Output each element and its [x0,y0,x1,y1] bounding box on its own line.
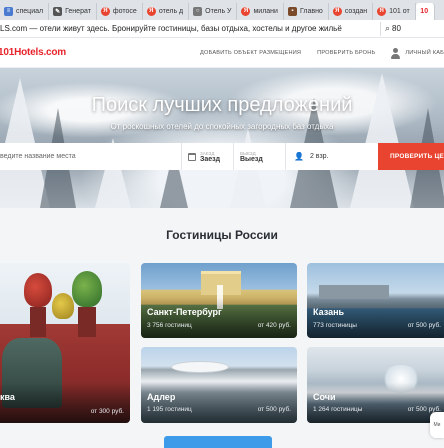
yandex-icon: Я [241,6,251,16]
card-shade [307,298,444,338]
check-booking-link[interactable]: ПРОВЕРИТЬ БРОНЬ [317,50,375,56]
stadium [171,361,229,373]
people-icon: 👤 [294,152,304,161]
city-name: Санкт-Петербург [147,307,222,317]
city-hotel-count: 773 гостиницы [313,322,357,329]
browser-tab[interactable]: ✎ Генерат [49,2,97,20]
browser-tab[interactable]: ▪ Главно [284,2,329,20]
browser-tab[interactable]: Я 101 от [373,2,416,20]
search-icon: ⌕ [385,23,391,33]
yandex-icon: Я [377,6,387,16]
city-price: от 500 руб. [257,406,291,413]
place-input[interactable]: ведите название места [0,143,182,170]
city-price: от 420 руб. [257,322,291,329]
cathedral-dome [24,273,52,307]
guests-selector[interactable]: 👤 2 взр. [286,143,378,170]
city-name: Казань [313,307,345,317]
card-shade [307,383,444,423]
cathedral-tower [78,307,96,337]
search-icon: ○ [193,6,203,16]
pen-icon: ✎ [53,6,63,16]
browser-tab-active[interactable]: 10 [415,2,435,20]
browser-tab-strip: ≡ специал ✎ Генерат Яфотосе Яотель д ○ Отел… [0,0,444,20]
city-price: от 500 руб. [407,322,441,329]
personal-cabinet-link[interactable]: ЛИЧНЫЙ КАБ [391,47,444,59]
browser-tab[interactable]: Яфотосе [97,2,143,20]
city-card-kazan[interactable]: Казань 773 гостиницы от 500 руб. [307,263,444,338]
check-prices-button[interactable]: ПРОВЕРИТЬ ЦЕН [378,143,444,170]
doc-icon: ≡ [4,6,13,16]
search-form: ведите название места ЗАЕЗД Заезд ВЫЕЗД Вы… [0,143,444,170]
card-shade [141,298,297,338]
browser-tab[interactable]: Яотель д [143,2,190,20]
checkout-field[interactable]: ВЫЕЗД Выезд [234,143,286,170]
city-name: Сочи [313,392,336,402]
site-icon: ▪ [287,6,297,16]
city-hotel-count: 3 756 гостиниц [147,322,192,329]
yandex-icon: Я [146,6,156,16]
hotels-icon: 10 [420,7,429,15]
city-card-saint-petersburg[interactable]: Санкт-Петербург 3 756 гостиниц от 420 ру… [141,263,297,338]
city-hotel-count: 1 195 гостиниц [147,406,192,413]
cathedral-dome [72,271,102,307]
yandex-icon: Я [332,6,342,16]
browser-tab[interactable]: ○ Отель У [189,2,238,20]
city-price: от 300 руб. [90,408,124,415]
hero-banner: Поиск лучших предложений От роскошных от… [0,68,444,208]
hero-title: Поиск лучших предложений [91,94,353,116]
help-tab[interactable]: Ми [430,412,444,438]
card-shade [0,383,130,423]
page-title: LS.com — отели живут здесь. Бронируйте г… [0,24,342,33]
checkin-field[interactable]: ЗАЕЗД Заезд [182,143,234,170]
city-name: Адлер [147,392,176,402]
cathedral-dome [52,293,74,319]
site-header: 101Hotels.com ДОБАВИТЬ ОБЪЕКТ РАЗМЕЩЕНИЯ… [0,38,444,68]
show-more-button[interactable] [164,436,272,448]
add-property-link[interactable]: ДОБАВИТЬ ОБЪЕКТ РАЗМЕЩЕНИЯ [200,50,301,56]
hero-subtitle: От роскошных отелей до спокойных загород… [110,122,334,131]
section-title: Гостиницы России [166,228,278,242]
browser-tab[interactable]: Ямилани [237,2,284,20]
page-title-bar: LS.com — отели живут здесь. Бронируйте г… [0,20,444,38]
site-logo[interactable]: 101Hotels.com [0,47,66,58]
city-name: ква [0,392,15,402]
browser-tab[interactable]: Ясоздан [329,2,374,20]
user-icon [391,47,401,59]
calendar-icon [188,152,196,161]
city-card-moscow[interactable]: ква от 300 руб. [0,263,130,423]
yandex-icon: Я [100,6,110,16]
cathedral-tower [30,307,46,337]
browser-tab[interactable]: ≡ специал [0,2,50,20]
header-links: ДОБАВИТЬ ОБЪЕКТ РАЗМЕЩЕНИЯ ПРОВЕРИТЬ БРО… [200,38,444,68]
city-skyline [319,285,389,299]
card-shade [141,383,297,423]
browser-search-box[interactable]: ⌕ 80 [380,21,444,36]
city-card-sochi[interactable]: Сочи 1 264 гостиницы от 500 руб. [307,347,444,423]
city-card-adler[interactable]: Адлер 1 195 гостиниц от 500 руб. [141,347,297,423]
city-hotel-count: 1 264 гостиницы [313,406,363,413]
